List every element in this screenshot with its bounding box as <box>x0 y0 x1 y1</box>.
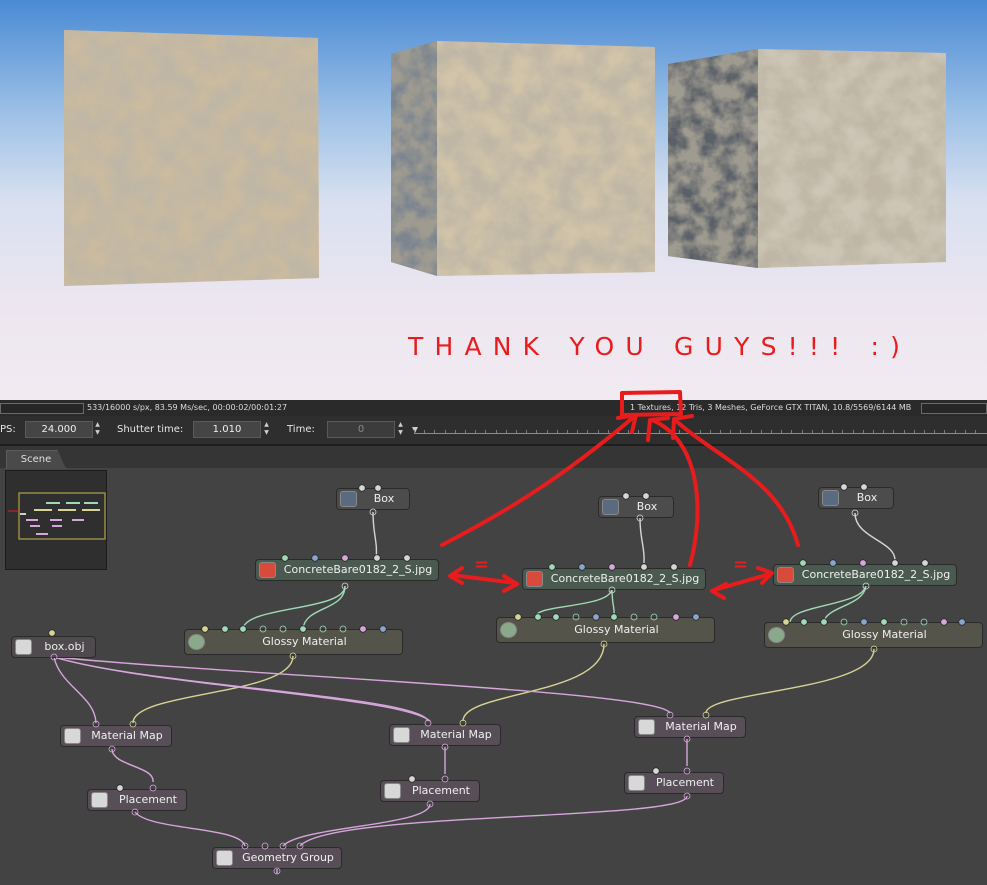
timeline-tick <box>587 430 589 433</box>
fps-spinner-icon[interactable]: ▲ ▼ <box>94 421 101 437</box>
timeline-slider[interactable] <box>412 427 987 434</box>
timeline-tick <box>832 430 834 433</box>
timeline-tick <box>444 430 446 433</box>
timeline-tick <box>740 430 742 433</box>
timeline-tick <box>883 430 885 433</box>
shutter-spinner-icon[interactable]: ▲ ▼ <box>263 421 270 437</box>
timeline-tick <box>689 430 691 433</box>
time-spinner-icon[interactable]: ▲ ▼ <box>397 421 404 437</box>
timeline-tick <box>924 430 925 433</box>
timeline-tick <box>791 430 793 433</box>
timeline-tick <box>679 430 681 433</box>
memory-bar <box>921 403 987 414</box>
timeline-tick <box>505 430 507 433</box>
shutter-input[interactable]: 1.010 <box>193 421 261 438</box>
timeline-tick <box>434 430 436 433</box>
timeline-tick <box>516 430 517 433</box>
status-bar: 533/16000 s/px, 83.59 Ms/sec, 00:00:02/0… <box>0 400 987 416</box>
timeline-tick <box>628 430 630 433</box>
fps-label: PS: <box>0 424 16 435</box>
timeline-tick <box>730 430 732 433</box>
timeline-tick <box>852 430 854 433</box>
timeline-tick <box>658 430 660 433</box>
timeline-tick <box>546 430 548 433</box>
timeline-tick <box>801 430 803 433</box>
time-input[interactable]: 0 <box>327 421 395 438</box>
timeline-tick <box>475 430 477 433</box>
timeline-tick <box>975 430 976 433</box>
timeline-tick <box>903 430 905 433</box>
timeline-tick <box>842 430 844 433</box>
timeline-tick <box>822 430 823 433</box>
timeline-tick <box>699 430 701 433</box>
shutter-label: Shutter time: <box>117 424 184 435</box>
timeline-tick <box>485 430 487 433</box>
timeline-tick <box>536 430 538 433</box>
animation-toolbar: PS: 24.000 ▲ ▼ Shutter time: 1.010 ▲ ▼ Tim… <box>0 416 987 446</box>
render-progress-bar <box>0 403 84 414</box>
timeline-tick <box>771 430 772 433</box>
timeline-tick <box>750 430 752 433</box>
node-graph-editor[interactable]: Scene Box Box Box ConcreteBare0182_2_S.j… <box>0 446 987 885</box>
timeline-tick <box>669 430 670 433</box>
timeline-tick <box>638 430 640 433</box>
render-stats: 533/16000 s/px, 83.59 Ms/sec, 00:00:02/0… <box>87 403 288 412</box>
timeline-handle[interactable] <box>412 427 418 433</box>
timeline-tick <box>862 430 864 433</box>
timeline-tick <box>618 430 619 433</box>
timeline-tick <box>495 430 497 433</box>
timeline-tick <box>556 430 558 433</box>
time-label: Time: <box>287 424 315 435</box>
timeline-tick <box>567 430 568 433</box>
timeline-tick <box>873 430 874 433</box>
timeline-tick <box>607 430 609 433</box>
timeline-tick <box>720 430 721 433</box>
scene-stats: 1 Textures, 12 Tris, 3 Meshes, GeForce G… <box>630 403 912 412</box>
timeline-tick <box>954 430 956 433</box>
timeline-tick <box>424 430 426 433</box>
timeline-tick <box>648 430 650 433</box>
fps-input[interactable]: 24.000 <box>25 421 93 438</box>
timeline-tick <box>760 430 762 433</box>
timeline-tick <box>526 430 528 433</box>
timeline-tick <box>934 430 936 433</box>
node-pins <box>48 483 966 875</box>
timeline-tick <box>465 430 466 433</box>
timeline-tick <box>414 430 415 433</box>
timeline-tick <box>893 430 895 433</box>
thank-you-text: THANK YOU GUYS!!! :) <box>408 332 912 361</box>
timeline-tick <box>709 430 711 433</box>
timeline-tick <box>913 430 915 433</box>
timeline-tick <box>781 430 783 433</box>
timeline-tick <box>811 430 813 433</box>
render-viewport[interactable]: THANK YOU GUYS!!! :) <box>0 0 987 400</box>
timeline-tick <box>454 430 456 433</box>
timeline-tick <box>597 430 599 433</box>
timeline-tick <box>964 430 966 433</box>
timeline-tick <box>944 430 946 433</box>
timeline-tick <box>577 430 579 433</box>
